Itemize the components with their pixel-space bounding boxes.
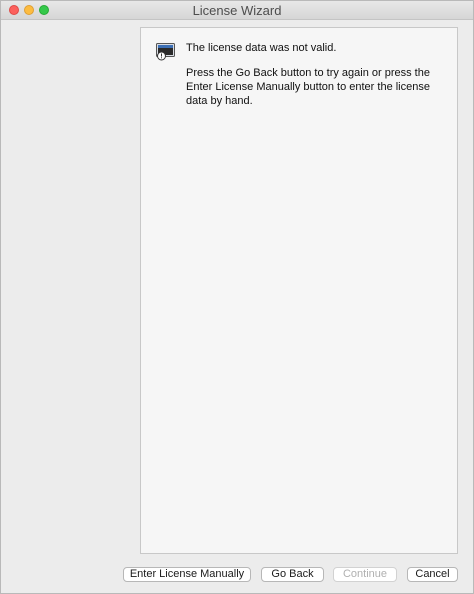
error-message-body: Press the Go Back button to try again or… [186,67,430,107]
wizard-side-panel [1,20,137,558]
title-bar[interactable]: License Wizard [1,1,473,20]
error-message-title: The license data was not valid. [186,42,337,54]
monitor-alert-icon [156,43,175,61]
license-wizard-window: License Wizard The license data was not … [0,0,474,594]
enter-license-manually-button[interactable]: Enter License Manually [123,567,251,582]
continue-button[interactable]: Continue [333,567,397,582]
go-back-button[interactable]: Go Back [261,567,324,582]
cancel-button[interactable]: Cancel [407,567,458,582]
window-title: License Wizard [192,3,282,18]
wizard-content-panel: The license data was not valid. Press th… [140,27,458,554]
